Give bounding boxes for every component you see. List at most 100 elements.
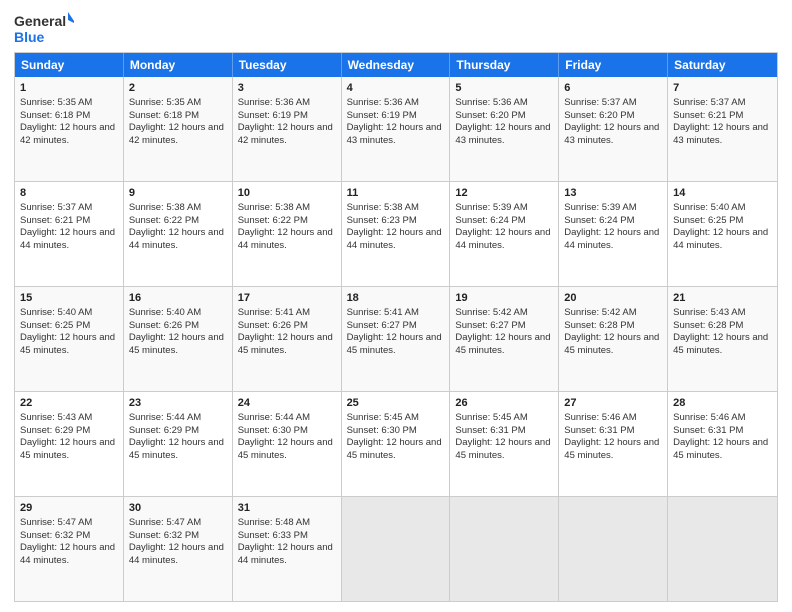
day-number: 12	[455, 186, 553, 201]
day-number: 4	[347, 81, 445, 96]
calendar-day-21: 21Sunrise: 5:43 AMSunset: 6:28 PMDayligh…	[668, 287, 777, 391]
daylight: Daylight: 12 hours and 45 minutes.	[564, 437, 659, 461]
day-number: 6	[564, 81, 662, 96]
sunset: Sunset: 6:26 PM	[238, 320, 308, 331]
calendar-day-16: 16Sunrise: 5:40 AMSunset: 6:26 PMDayligh…	[124, 287, 233, 391]
daylight: Daylight: 12 hours and 45 minutes.	[673, 332, 768, 356]
sunrise: Sunrise: 5:41 AM	[238, 307, 310, 318]
logo-icon: General Blue	[14, 10, 74, 46]
calendar-day-20: 20Sunrise: 5:42 AMSunset: 6:28 PMDayligh…	[559, 287, 668, 391]
daylight: Daylight: 12 hours and 44 minutes.	[20, 227, 115, 251]
sunrise: Sunrise: 5:47 AM	[20, 517, 92, 528]
sunrise: Sunrise: 5:37 AM	[673, 97, 745, 108]
calendar-day-26: 26Sunrise: 5:45 AMSunset: 6:31 PMDayligh…	[450, 392, 559, 496]
sunset: Sunset: 6:20 PM	[455, 110, 525, 121]
day-number: 26	[455, 396, 553, 411]
calendar-week-1: 1Sunrise: 5:35 AMSunset: 6:18 PMDaylight…	[15, 77, 777, 181]
sunset: Sunset: 6:24 PM	[455, 215, 525, 226]
sunrise: Sunrise: 5:38 AM	[238, 202, 310, 213]
sunset: Sunset: 6:22 PM	[238, 215, 308, 226]
day-number: 27	[564, 396, 662, 411]
day-number: 15	[20, 291, 118, 306]
calendar-day-9: 9Sunrise: 5:38 AMSunset: 6:22 PMDaylight…	[124, 182, 233, 286]
daylight: Daylight: 12 hours and 45 minutes.	[238, 437, 333, 461]
sunset: Sunset: 6:29 PM	[129, 425, 199, 436]
day-number: 28	[673, 396, 772, 411]
day-number: 2	[129, 81, 227, 96]
sunset: Sunset: 6:22 PM	[129, 215, 199, 226]
daylight: Daylight: 12 hours and 42 minutes.	[20, 122, 115, 146]
sunrise: Sunrise: 5:38 AM	[129, 202, 201, 213]
daylight: Daylight: 12 hours and 44 minutes.	[238, 542, 333, 566]
day-number: 31	[238, 501, 336, 516]
calendar-day-12: 12Sunrise: 5:39 AM Sunset: 6:24 PMDayligh…	[450, 182, 559, 286]
sunset: Sunset: 6:32 PM	[20, 530, 90, 541]
daylight: Daylight: 12 hours and 44 minutes.	[673, 227, 768, 251]
daylight: Daylight: 12 hours and 43 minutes.	[564, 122, 659, 146]
daylight: Daylight: 12 hours and 45 minutes.	[20, 437, 115, 461]
svg-text:General: General	[14, 13, 66, 29]
sunset: Sunset: 6:25 PM	[20, 320, 90, 331]
sunrise: Sunrise: 5:36 AM	[238, 97, 310, 108]
day-number: 8	[20, 186, 118, 201]
daylight: Daylight: 12 hours and 45 minutes.	[455, 437, 550, 461]
day-number: 10	[238, 186, 336, 201]
sunset: Sunset: 6:25 PM	[673, 215, 743, 226]
calendar-day-27: 27Sunrise: 5:46 AMSunset: 6:31 PMDayligh…	[559, 392, 668, 496]
logo: General Blue	[14, 10, 74, 46]
sunrise: Sunrise: 5:38 AM	[347, 202, 419, 213]
day-number: 22	[20, 396, 118, 411]
calendar-week-2: 8Sunrise: 5:37 AMSunset: 6:21 PMDaylight…	[15, 181, 777, 286]
calendar-body: 1Sunrise: 5:35 AMSunset: 6:18 PMDaylight…	[15, 77, 777, 601]
sunrise: Sunrise: 5:40 AM	[673, 202, 745, 213]
sunset: Sunset: 6:18 PM	[129, 110, 199, 121]
sunrise: Sunrise: 5:41 AM	[347, 307, 419, 318]
sunrise: Sunrise: 5:43 AM	[673, 307, 745, 318]
sunset: Sunset: 6:33 PM	[238, 530, 308, 541]
calendar-empty-cell	[668, 497, 777, 601]
calendar-day-19: 19Sunrise: 5:42 AMSunset: 6:27 PMDayligh…	[450, 287, 559, 391]
day-number: 18	[347, 291, 445, 306]
day-number: 5	[455, 81, 553, 96]
sunrise: Sunrise: 5:39 AM	[455, 202, 527, 213]
calendar-header-sunday: Sunday	[15, 53, 124, 77]
sunrise: Sunrise: 5:42 AM	[455, 307, 527, 318]
calendar-day-15: 15Sunrise: 5:40 AMSunset: 6:25 PMDayligh…	[15, 287, 124, 391]
daylight: Daylight: 12 hours and 45 minutes.	[564, 332, 659, 356]
sunset: Sunset: 6:31 PM	[673, 425, 743, 436]
calendar-day-10: 10Sunrise: 5:38 AMSunset: 6:22 PMDayligh…	[233, 182, 342, 286]
calendar-day-2: 2Sunrise: 5:35 AMSunset: 6:18 PMDaylight…	[124, 77, 233, 181]
sunset: Sunset: 6:29 PM	[20, 425, 90, 436]
sunrise: Sunrise: 5:43 AM	[20, 412, 92, 423]
sunset: Sunset: 6:19 PM	[347, 110, 417, 121]
calendar-empty-cell	[342, 497, 451, 601]
sunrise: Sunrise: 5:39 AM	[564, 202, 636, 213]
calendar-header: SundayMondayTuesdayWednesdayThursdayFrid…	[15, 53, 777, 77]
daylight: Daylight: 12 hours and 44 minutes.	[129, 542, 224, 566]
sunrise: Sunrise: 5:37 AM	[20, 202, 92, 213]
calendar-day-30: 30Sunrise: 5:47 AMSunset: 6:32 PMDayligh…	[124, 497, 233, 601]
sunrise: Sunrise: 5:37 AM	[564, 97, 636, 108]
daylight: Daylight: 12 hours and 44 minutes.	[455, 227, 550, 251]
calendar-day-31: 31Sunrise: 5:48 AMSunset: 6:33 PMDayligh…	[233, 497, 342, 601]
sunset: Sunset: 6:30 PM	[238, 425, 308, 436]
calendar-header-tuesday: Tuesday	[233, 53, 342, 77]
day-number: 29	[20, 501, 118, 516]
daylight: Daylight: 12 hours and 45 minutes.	[238, 332, 333, 356]
daylight: Daylight: 12 hours and 43 minutes.	[347, 122, 442, 146]
calendar-day-23: 23Sunrise: 5:44 AMSunset: 6:29 PMDayligh…	[124, 392, 233, 496]
day-number: 16	[129, 291, 227, 306]
calendar-day-11: 11Sunrise: 5:38 AMSunset: 6:23 PMDayligh…	[342, 182, 451, 286]
calendar-day-24: 24Sunrise: 5:44 AMSunset: 6:30 PMDayligh…	[233, 392, 342, 496]
day-number: 25	[347, 396, 445, 411]
calendar-day-18: 18Sunrise: 5:41 AMSunset: 6:27 PMDayligh…	[342, 287, 451, 391]
sunset: Sunset: 6:21 PM	[673, 110, 743, 121]
sunrise: Sunrise: 5:46 AM	[564, 412, 636, 423]
calendar-day-13: 13Sunrise: 5:39 AMSunset: 6:24 PMDayligh…	[559, 182, 668, 286]
day-number: 1	[20, 81, 118, 96]
calendar-header-thursday: Thursday	[450, 53, 559, 77]
day-number: 21	[673, 291, 772, 306]
header: General Blue	[14, 10, 778, 46]
daylight: Daylight: 12 hours and 44 minutes.	[20, 542, 115, 566]
calendar-day-7: 7Sunrise: 5:37 AMSunset: 6:21 PMDaylight…	[668, 77, 777, 181]
